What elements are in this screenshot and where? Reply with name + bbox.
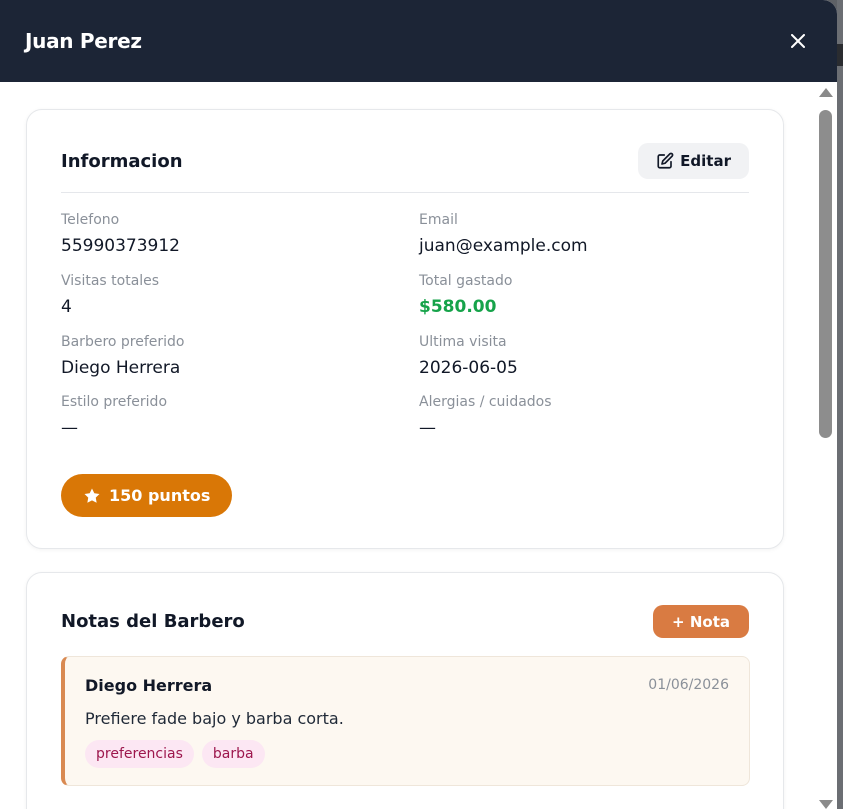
scroll-up-arrow-icon[interactable] (819, 88, 833, 97)
close-button[interactable] (785, 28, 811, 54)
edit-button-label: Editar (680, 152, 731, 170)
field-email: Email juan@example.com (419, 212, 739, 256)
note-date: 01/06/2026 (648, 677, 729, 693)
field-value: juan@example.com (419, 236, 588, 256)
field-value: — (61, 418, 78, 438)
note-tag: preferencias (85, 740, 194, 768)
info-card-title: Informacion (61, 150, 183, 172)
add-note-button[interactable]: + Nota (653, 605, 749, 638)
edit-button[interactable]: Editar (638, 143, 749, 179)
field-value-money: $580.00 (419, 297, 497, 317)
vertical-scrollbar[interactable] (815, 82, 837, 809)
field-phone: Telefono 55990373912 (61, 212, 381, 256)
field-value: 2026-06-05 (419, 358, 518, 378)
field-label: Telefono (61, 212, 120, 228)
field-total-visits: Visitas totales 4 (61, 273, 381, 317)
note-tags: preferencias barba (85, 740, 265, 768)
backdrop-content-edge (836, 44, 843, 66)
field-label: Ultima visita (419, 334, 507, 350)
points-badge: 150 puntos (61, 474, 233, 517)
note-author: Diego Herrera (85, 676, 213, 695)
info-divider (61, 192, 749, 193)
scroll-down-arrow-icon[interactable] (819, 800, 833, 809)
info-card-header: Informacion Editar (61, 143, 749, 179)
field-value: 4 (61, 297, 72, 317)
close-icon (791, 34, 805, 48)
edit-icon (657, 152, 674, 169)
backdrop[interactable] (837, 0, 843, 809)
notes-card: Notas del Barbero + Nota Diego Herrera 0… (26, 572, 784, 809)
note-text: Prefiere fade bajo y barba corta. (85, 709, 344, 728)
note-item: Diego Herrera 01/06/2026 Prefiere fade b… (61, 656, 750, 786)
star-icon (84, 488, 100, 503)
notes-card-header: Notas del Barbero + Nota (61, 605, 749, 638)
field-last-visit: Ultima visita 2026-06-05 (419, 334, 739, 378)
field-preferred-style: Estilo preferido — (61, 394, 381, 438)
field-label: Total gastado (419, 273, 513, 289)
field-label: Alergias / cuidados (419, 394, 552, 410)
modal-header: Juan Perez (0, 0, 837, 82)
client-modal: Juan Perez Informacion Editar Telefono 5… (0, 0, 837, 809)
field-label: Barbero preferido (61, 334, 185, 350)
field-allergies: Alergias / cuidados — (419, 394, 739, 438)
field-value: — (419, 418, 436, 438)
field-total-spent: Total gastado $580.00 (419, 273, 739, 317)
field-label: Visitas totales (61, 273, 160, 289)
field-value: 55990373912 (61, 236, 180, 256)
info-card: Informacion Editar Telefono 55990373912 … (26, 109, 784, 549)
points-label: 150 puntos (109, 486, 211, 505)
field-label: Estilo preferido (61, 394, 168, 410)
scroll-thumb[interactable] (819, 110, 832, 438)
note-tag: barba (201, 740, 265, 768)
modal-title: Juan Perez (25, 29, 142, 53)
field-value: Diego Herrera (61, 358, 181, 378)
field-preferred-barber: Barbero preferido Diego Herrera (61, 334, 381, 378)
modal-body[interactable]: Informacion Editar Telefono 55990373912 … (0, 82, 837, 809)
notes-card-title: Notas del Barbero (61, 611, 245, 632)
field-label: Email (419, 212, 458, 228)
